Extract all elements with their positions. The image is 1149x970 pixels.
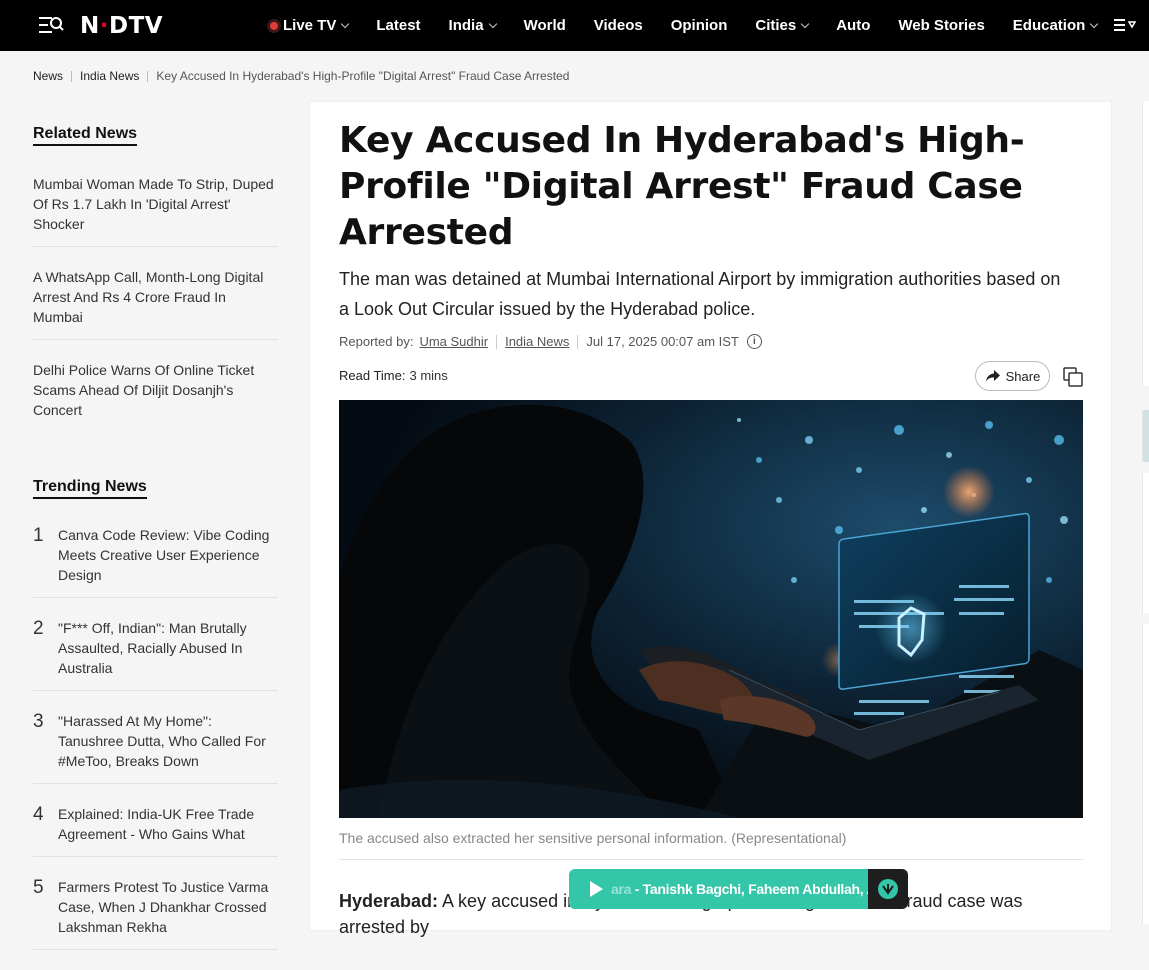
chevron-down-icon bbox=[341, 19, 350, 29]
track-title: - Tanishk Bagchi, Faheem Abdullah, A bbox=[631, 881, 871, 897]
info-icon[interactable]: i bbox=[746, 334, 762, 349]
logo-mark: · bbox=[99, 13, 109, 39]
nav-education[interactable]: Education bbox=[1012, 17, 1099, 34]
share-arrow-icon bbox=[985, 370, 1000, 382]
share-label: Share bbox=[1005, 368, 1041, 384]
breadcrumb-india-news[interactable]: India News bbox=[80, 69, 139, 83]
chevron-down-icon bbox=[488, 19, 497, 29]
trending-news-item[interactable]: 2 "F*** Off, Indian": Man Brutally Assau… bbox=[33, 618, 278, 691]
menu-search-icon[interactable] bbox=[38, 14, 64, 36]
nav-web-stories[interactable]: Web Stories bbox=[898, 17, 984, 34]
reported-by-label: Reported by: bbox=[339, 334, 414, 349]
nav-label: India bbox=[448, 17, 484, 34]
logo-letters: DTV bbox=[109, 13, 164, 39]
nav-label: Live TV bbox=[283, 17, 337, 34]
article-card: Key Accused In Hyderabad's High-Profile … bbox=[309, 101, 1112, 937]
article-summary: The man was detained at Mumbai Internati… bbox=[339, 269, 1061, 319]
nav-label: Cities bbox=[755, 17, 797, 34]
ndtv-logo[interactable]: N · DTV bbox=[80, 11, 163, 41]
meta-divider bbox=[496, 334, 498, 349]
related-news-list: Mumbai Woman Made To Strip, Duped Of Rs … bbox=[33, 174, 278, 432]
share-button[interactable]: Share bbox=[975, 361, 1050, 391]
breadcrumb: News India News Key Accused In Hyderabad… bbox=[33, 69, 569, 83]
music-app-logo[interactable] bbox=[868, 869, 908, 909]
trending-title: Farmers Protest To Justice Varma Case, W… bbox=[58, 879, 269, 935]
trending-rank: 3 bbox=[33, 711, 44, 732]
breadcrumb-news[interactable]: News bbox=[33, 69, 63, 83]
track-title-faded: ara bbox=[611, 881, 632, 897]
trending-title: Canva Code Review: Vibe Coding Meets Cre… bbox=[58, 527, 270, 583]
trending-rank: 1 bbox=[33, 525, 44, 546]
music-app-icon bbox=[878, 879, 898, 899]
trending-news-item[interactable]: 3 "Harassed At My Home": Tanushree Dutta… bbox=[33, 711, 278, 784]
chevron-down-icon bbox=[1090, 19, 1099, 29]
copy-link-icon[interactable] bbox=[1062, 366, 1084, 388]
trending-news-heading: Trending News bbox=[33, 478, 147, 499]
nav-label: Web Stories bbox=[898, 17, 985, 34]
read-time-label: Read Time: bbox=[339, 368, 406, 383]
nav-cities[interactable]: Cities bbox=[755, 17, 810, 34]
nav-videos[interactable]: Videos bbox=[594, 17, 643, 34]
trending-rank: 5 bbox=[33, 877, 44, 898]
read-time-value: 3 mins bbox=[409, 368, 448, 383]
trending-title: Explained: India-UK Free Trade Agreement… bbox=[58, 806, 255, 842]
trending-title: "Harassed At My Home": Tanushree Dutta, … bbox=[58, 713, 266, 769]
trending-title: "F*** Off, Indian": Man Brutally Assault… bbox=[58, 620, 247, 676]
hacker-laptop-illustration bbox=[339, 400, 1083, 818]
trending-news-item[interactable]: 4 Explained: India-UK Free Trade Agreeme… bbox=[33, 804, 278, 857]
trending-news-list: 1 Canva Code Review: Vibe Coding Meets C… bbox=[33, 525, 278, 950]
publish-timestamp: Jul 17, 2025 00:07 am IST bbox=[586, 334, 739, 349]
chevron-down-icon bbox=[800, 19, 810, 29]
nav-label: World bbox=[523, 17, 566, 34]
trending-news-item[interactable]: 1 Canva Code Review: Vibe Coding Meets C… bbox=[33, 525, 278, 598]
top-navigation-bar: N · DTV Live TV Latest India World Videos … bbox=[0, 0, 1149, 51]
live-dot-icon bbox=[270, 21, 278, 30]
floating-audio-player[interactable]: ara - Tanishk Bagchi, Faheem Abdullah, A bbox=[569, 869, 908, 909]
related-news-heading: Related News bbox=[33, 125, 138, 146]
related-news-item[interactable]: Mumbai Woman Made To Strip, Duped Of Rs … bbox=[33, 174, 278, 247]
nav-live-tv[interactable]: Live TV bbox=[270, 17, 350, 34]
track-title-marquee: ara - Tanishk Bagchi, Faheem Abdullah, A bbox=[611, 881, 871, 897]
nav-opinion[interactable]: Opinion bbox=[671, 17, 728, 34]
trending-rank: 2 bbox=[33, 618, 44, 639]
read-time: Read Time: 3 mins bbox=[339, 368, 448, 383]
right-ad-panel bbox=[1142, 101, 1149, 386]
article-headline: Key Accused In Hyderabad's High-Profile … bbox=[339, 120, 1025, 253]
related-news-item[interactable]: Delhi Police Warns Of Online Ticket Scam… bbox=[33, 360, 278, 432]
meta-divider bbox=[577, 334, 579, 349]
author-link[interactable]: Uma Sudhir bbox=[419, 334, 488, 349]
play-icon[interactable] bbox=[581, 880, 611, 898]
caption-divider bbox=[339, 859, 1083, 860]
nav-label: Opinion bbox=[670, 17, 728, 34]
logo-letter-n: N bbox=[80, 13, 100, 39]
nav-label: Auto bbox=[836, 17, 871, 34]
hero-image bbox=[339, 400, 1083, 818]
nav-world[interactable]: World bbox=[524, 17, 566, 34]
breadcrumb-divider bbox=[147, 70, 149, 82]
breadcrumb-divider bbox=[71, 70, 73, 82]
related-news-sidebar: Related News Mumbai Woman Made To Strip,… bbox=[33, 125, 278, 452]
image-caption: The accused also extracted her sensitive… bbox=[339, 830, 847, 846]
trending-rank: 4 bbox=[33, 804, 44, 825]
lede-dateline: Hyderabad: bbox=[339, 891, 439, 911]
more-menu-icon[interactable] bbox=[1112, 16, 1142, 34]
right-ad-thumbnail bbox=[1142, 410, 1149, 462]
nav-label: Videos bbox=[593, 17, 643, 34]
trending-news-sidebar: Trending News 1 Canva Code Review: Vibe … bbox=[33, 478, 278, 970]
related-news-item[interactable]: A WhatsApp Call, Month-Long Digital Arre… bbox=[33, 267, 278, 340]
article-meta: Reported by: Uma Sudhir India News Jul 1… bbox=[339, 334, 762, 349]
main-nav: Live TV Latest India World Videos Opinio… bbox=[270, 0, 1125, 51]
right-ad-panel bbox=[1142, 624, 1149, 924]
nav-auto[interactable]: Auto bbox=[836, 17, 870, 34]
section-link[interactable]: India News bbox=[505, 334, 569, 349]
trending-news-item[interactable]: 5 Farmers Protest To Justice Varma Case,… bbox=[33, 877, 278, 950]
nav-india[interactable]: India bbox=[448, 17, 497, 34]
nav-latest[interactable]: Latest bbox=[376, 17, 420, 34]
breadcrumb-current: Key Accused In Hyderabad's High-Profile … bbox=[156, 69, 570, 83]
right-ad-panel bbox=[1142, 473, 1149, 613]
nav-label: Latest bbox=[376, 17, 421, 34]
nav-label: Education bbox=[1012, 17, 1086, 34]
